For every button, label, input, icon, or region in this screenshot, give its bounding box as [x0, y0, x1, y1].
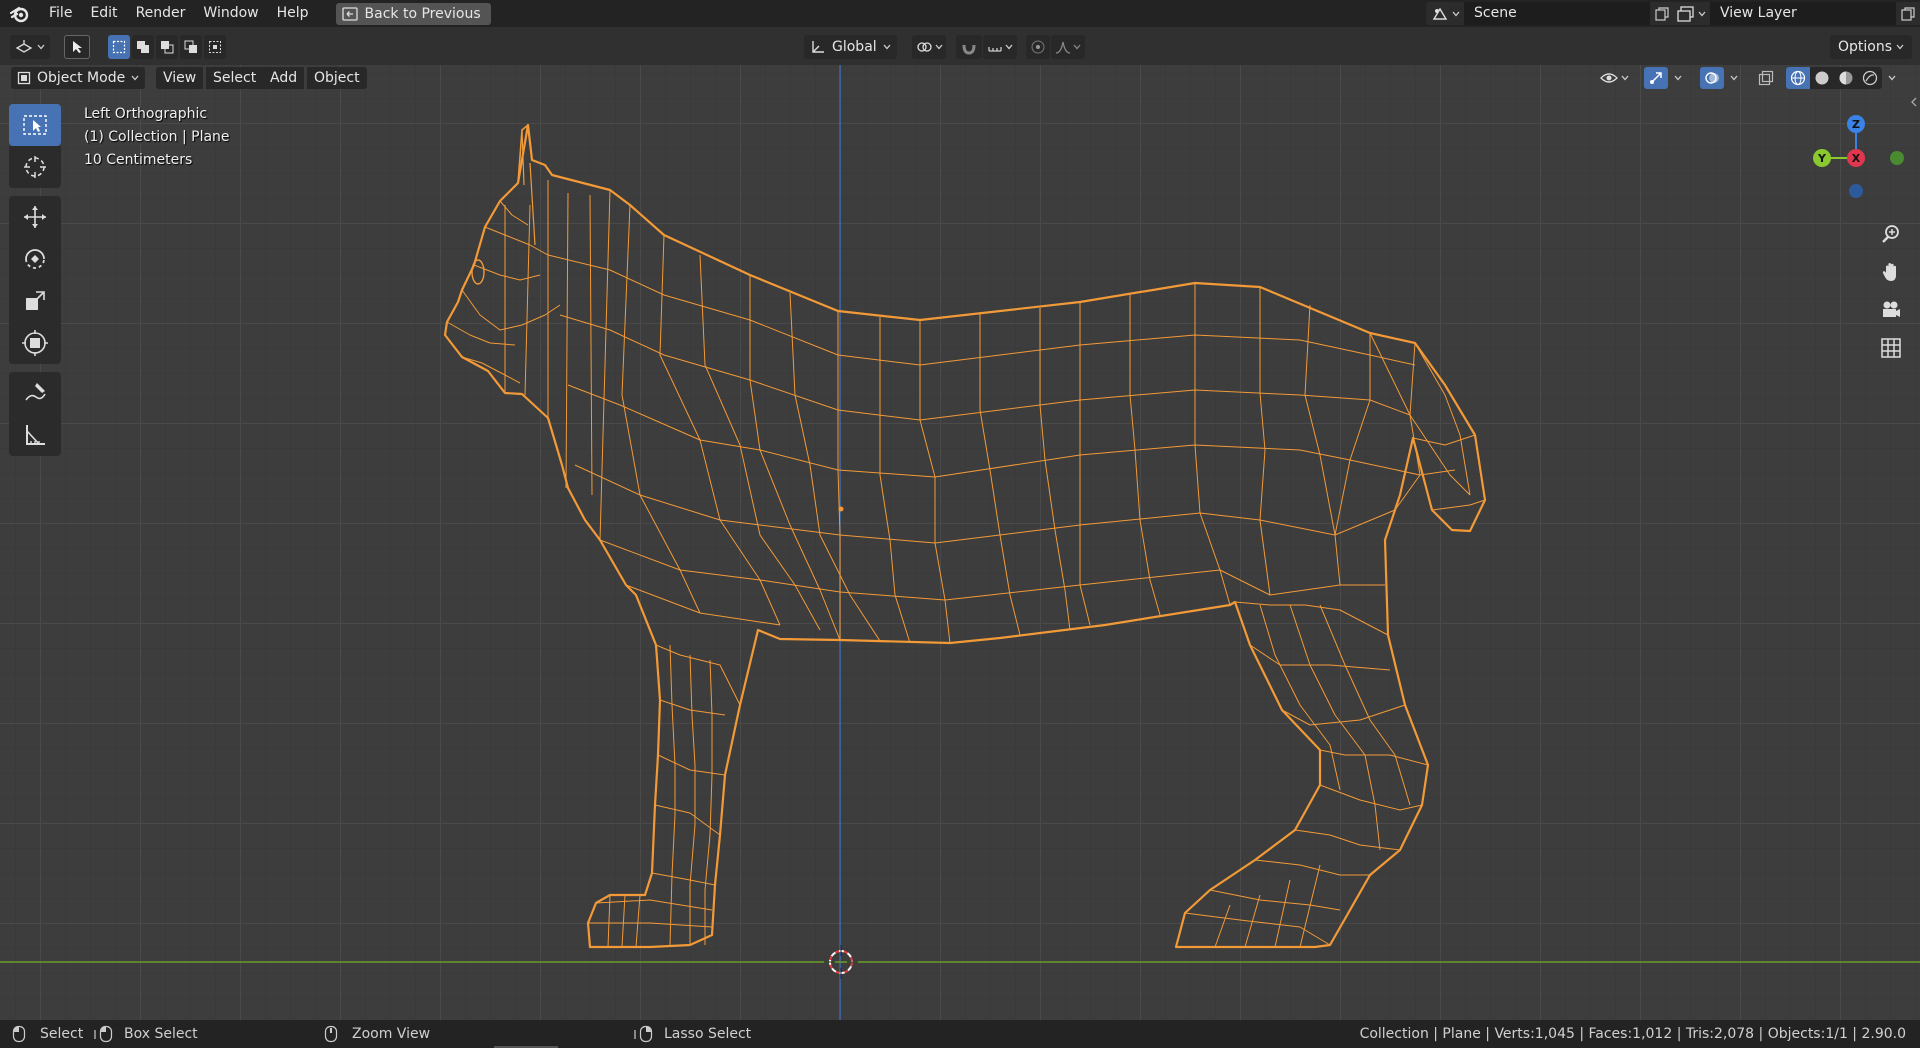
select-extend-icon	[137, 41, 149, 53]
navigation-gizmo[interactable]: Z Y X	[1800, 100, 1910, 210]
gizmo-x-label: X	[1852, 152, 1861, 165]
menu-render[interactable]: Render	[127, 0, 195, 27]
status-zoom-view-hint: Zoom View	[324, 1024, 430, 1044]
zoom-magnifier-icon	[1882, 225, 1899, 243]
mouse-middle-icon	[324, 1025, 338, 1043]
status-box-select-hint: Box Select	[94, 1024, 198, 1044]
chevron-down-icon	[37, 44, 45, 50]
mouse-left-icon	[12, 1025, 26, 1043]
scene-icon	[1432, 7, 1447, 20]
select-subtract-icon	[161, 41, 174, 54]
pan-view-button[interactable]	[1875, 256, 1907, 288]
select-subtract-button[interactable]	[156, 35, 178, 59]
proportional-editing-group	[1026, 35, 1085, 59]
chevron-down-icon	[1005, 44, 1013, 50]
gizmo-neg-y-axis[interactable]	[1890, 151, 1904, 165]
select-invert-button[interactable]	[180, 35, 202, 59]
pivot-point-dropdown[interactable]	[912, 35, 946, 59]
cursor-arrow-icon	[73, 41, 82, 53]
back-screen-icon	[341, 6, 358, 21]
menu-help[interactable]: Help	[268, 0, 318, 27]
select-intersect-button[interactable]	[204, 35, 226, 59]
menu-file[interactable]: File	[40, 0, 81, 27]
scene-statistics: Collection | Plane | Verts:1,045 | Faces…	[1359, 1026, 1906, 1042]
menu-window[interactable]: Window	[194, 0, 267, 27]
tool-header: Global Options	[0, 27, 1920, 65]
proportional-falloff-dropdown[interactable]	[1051, 35, 1085, 59]
falloff-curve-icon	[1055, 41, 1071, 54]
select-new-button[interactable]	[108, 35, 130, 59]
gizmo-z-label: Z	[1852, 118, 1860, 131]
3d-viewport[interactable]: Object Mode View Select Add Object Left …	[0, 65, 1920, 1020]
transform-orientation-label: Global	[832, 39, 877, 55]
scene-name-field[interactable]: Scene	[1464, 2, 1650, 25]
new-scene-button[interactable]	[1650, 2, 1674, 25]
mouse-drag-icon	[634, 1025, 653, 1043]
blender-logo-icon[interactable]	[0, 0, 40, 27]
status-select-label: Select	[40, 1026, 84, 1042]
gizmo-neg-z-axis[interactable]	[1849, 184, 1863, 198]
sidebar-expand-arrow[interactable]	[1908, 92, 1920, 112]
snap-increment-icon	[988, 47, 1002, 52]
3d-viewport-icon	[15, 40, 33, 53]
chevron-down-icon	[1896, 44, 1904, 50]
mouse-drag-icon	[94, 1025, 113, 1043]
grid-icon	[1881, 338, 1901, 358]
chevron-down-icon	[883, 44, 891, 50]
cat-wireframe-mesh	[443, 123, 1487, 949]
back-to-previous-label: Back to Previous	[364, 5, 481, 22]
scene-selector: Scene	[1426, 2, 1698, 25]
status-bar: Select Box Select Zoom View Lasso Select…	[0, 1020, 1920, 1048]
transform-orientation-dropdown[interactable]: Global	[804, 35, 897, 59]
scene-browse-dropdown[interactable]	[1426, 2, 1464, 25]
pivot-point-icon	[916, 42, 932, 52]
scene-canvas	[0, 65, 1920, 1020]
status-select-hint: Select	[12, 1024, 83, 1044]
new-view-layer-button[interactable]	[1896, 2, 1920, 25]
back-to-previous-button[interactable]: Back to Previous	[335, 2, 491, 25]
select-extend-button[interactable]	[132, 35, 154, 59]
chevron-left-icon	[1911, 97, 1917, 107]
view-layer-icon	[1676, 5, 1694, 22]
camera-view-button[interactable]	[1875, 294, 1907, 326]
gizmo-y-label: Y	[1817, 152, 1827, 165]
options-label: Options	[1837, 39, 1892, 55]
chevron-down-icon	[935, 44, 942, 50]
view-layer-browse-dropdown[interactable]	[1672, 2, 1710, 25]
toggle-ortho-button[interactable]	[1875, 332, 1907, 364]
duplicate-icon	[1655, 6, 1669, 21]
proportional-edit-toggle[interactable]	[1026, 35, 1050, 59]
select-intersect-icon	[209, 41, 221, 53]
status-lasso-select-label: Lasso Select	[664, 1026, 752, 1042]
object-origin-dot	[838, 506, 844, 512]
status-box-select-label: Box Select	[124, 1026, 198, 1042]
duplicate-icon	[1901, 6, 1915, 21]
chevron-down-icon	[1452, 11, 1459, 16]
active-tool-indicator[interactable]	[64, 35, 90, 59]
snap-target-dropdown[interactable]	[983, 35, 1017, 59]
view-layer-selector: View Layer	[1672, 2, 1920, 25]
camera-icon	[1883, 301, 1900, 317]
magnet-icon	[962, 44, 976, 55]
editor-type-selector[interactable]	[10, 35, 50, 59]
select-new-icon	[112, 40, 126, 54]
menu-edit[interactable]: Edit	[81, 0, 126, 27]
hand-icon	[1882, 263, 1896, 281]
status-zoom-view-label: Zoom View	[352, 1026, 431, 1042]
snapping-group	[956, 35, 1017, 59]
status-lasso-select-hint: Lasso Select	[634, 1024, 751, 1044]
chevron-down-icon	[1073, 44, 1081, 50]
snap-toggle[interactable]	[956, 35, 982, 59]
proportional-edit-icon	[1031, 40, 1045, 54]
view-layer-name-field[interactable]: View Layer	[1710, 2, 1896, 25]
orientation-global-icon	[812, 41, 824, 53]
options-dropdown[interactable]: Options	[1829, 35, 1912, 59]
chevron-down-icon	[1698, 11, 1705, 16]
selection-mode-group	[108, 35, 226, 59]
select-invert-icon	[184, 40, 197, 53]
top-menu-bar: File Edit Render Window Help Back to Pre…	[0, 0, 1920, 27]
zoom-view-button[interactable]	[1875, 218, 1907, 250]
